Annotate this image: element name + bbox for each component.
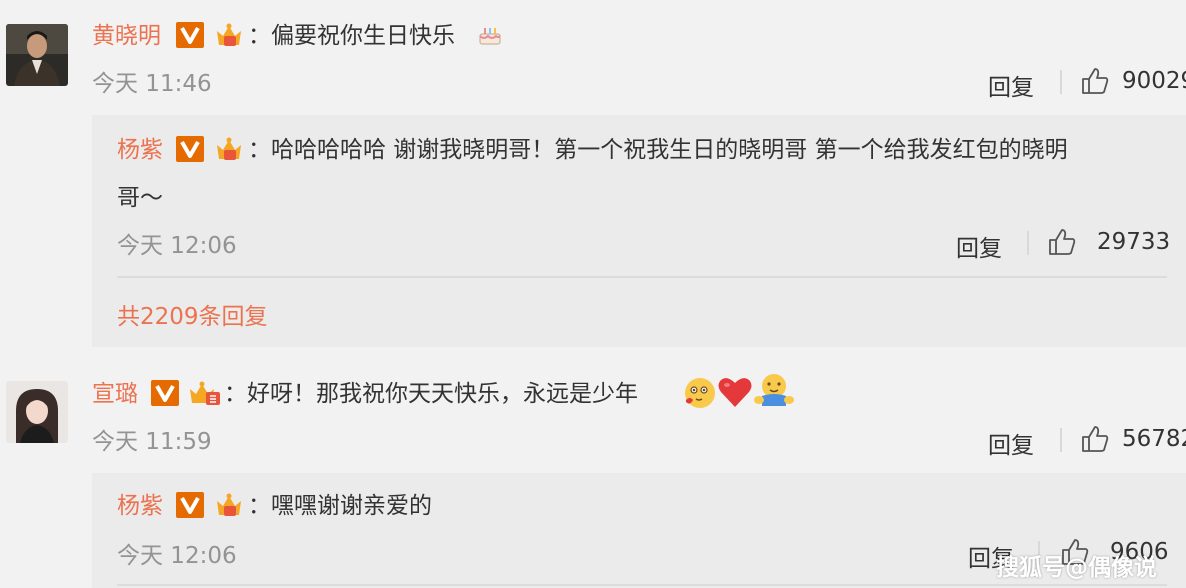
reply-author[interactable]: 杨紫 [117, 135, 163, 165]
reply-button[interactable]: 回复 [988, 426, 1034, 460]
like-count: 29733 [1097, 229, 1171, 255]
verified-badge-icon [151, 380, 179, 406]
crown-level-icon [212, 132, 246, 170]
like-count: 90029 [1122, 68, 1186, 94]
crown-level-icon [212, 488, 246, 526]
watermark: 搜狐号@偶像说 [996, 555, 1157, 581]
verified-badge-icon [176, 492, 204, 518]
thumbs-up-icon[interactable] [1080, 424, 1110, 458]
heart-emoji-icon [716, 374, 754, 414]
smile-kiss-emoji-icon [680, 372, 720, 416]
reply-button[interactable]: 回复 [956, 229, 1002, 263]
divider [1060, 70, 1062, 94]
comment-text: ：好呀！那我祝你天天快乐，永远是少年 [224, 381, 638, 407]
reply-time: 今天 12:06 [117, 543, 237, 569]
cake-icon [476, 20, 504, 52]
avatar[interactable] [6, 381, 68, 443]
comment-author[interactable]: 黄晓明 [92, 21, 161, 51]
crown-level-icon [212, 18, 246, 56]
reply-author[interactable]: 杨紫 [117, 491, 163, 521]
reply-text-continued: 哥～ [117, 185, 163, 211]
comment-author[interactable]: 宣璐 [92, 379, 138, 409]
comment-text: ：偏要祝你生日快乐 [248, 23, 455, 49]
reply-button[interactable]: 回复 [988, 68, 1034, 102]
comment-time: 今天 11:46 [92, 71, 212, 97]
reply-text: ：哈哈哈哈哈 谢谢我晓明哥！第一个祝我生日的晓明哥 第一个给我发红包的晓明 [248, 137, 1068, 163]
divider-line [117, 584, 1167, 586]
reply-time: 今天 12:06 [117, 233, 237, 259]
avatar[interactable] [6, 24, 68, 86]
reply-text: ：嘿嘿谢谢亲爱的 [248, 493, 432, 519]
like-count: 56782 [1122, 426, 1186, 452]
verified-badge-icon [176, 22, 204, 48]
divider [1027, 231, 1029, 255]
view-all-replies-link[interactable]: 共2209条回复 [117, 297, 268, 331]
crown-level-icon [186, 376, 224, 414]
thumbs-up-icon[interactable] [1047, 227, 1077, 261]
divider-line [117, 276, 1167, 278]
comment-time: 今天 11:59 [92, 429, 212, 455]
hug-emoji-icon [753, 370, 795, 416]
thumbs-up-icon[interactable] [1080, 66, 1110, 100]
verified-badge-icon [176, 136, 204, 162]
divider [1060, 428, 1062, 452]
